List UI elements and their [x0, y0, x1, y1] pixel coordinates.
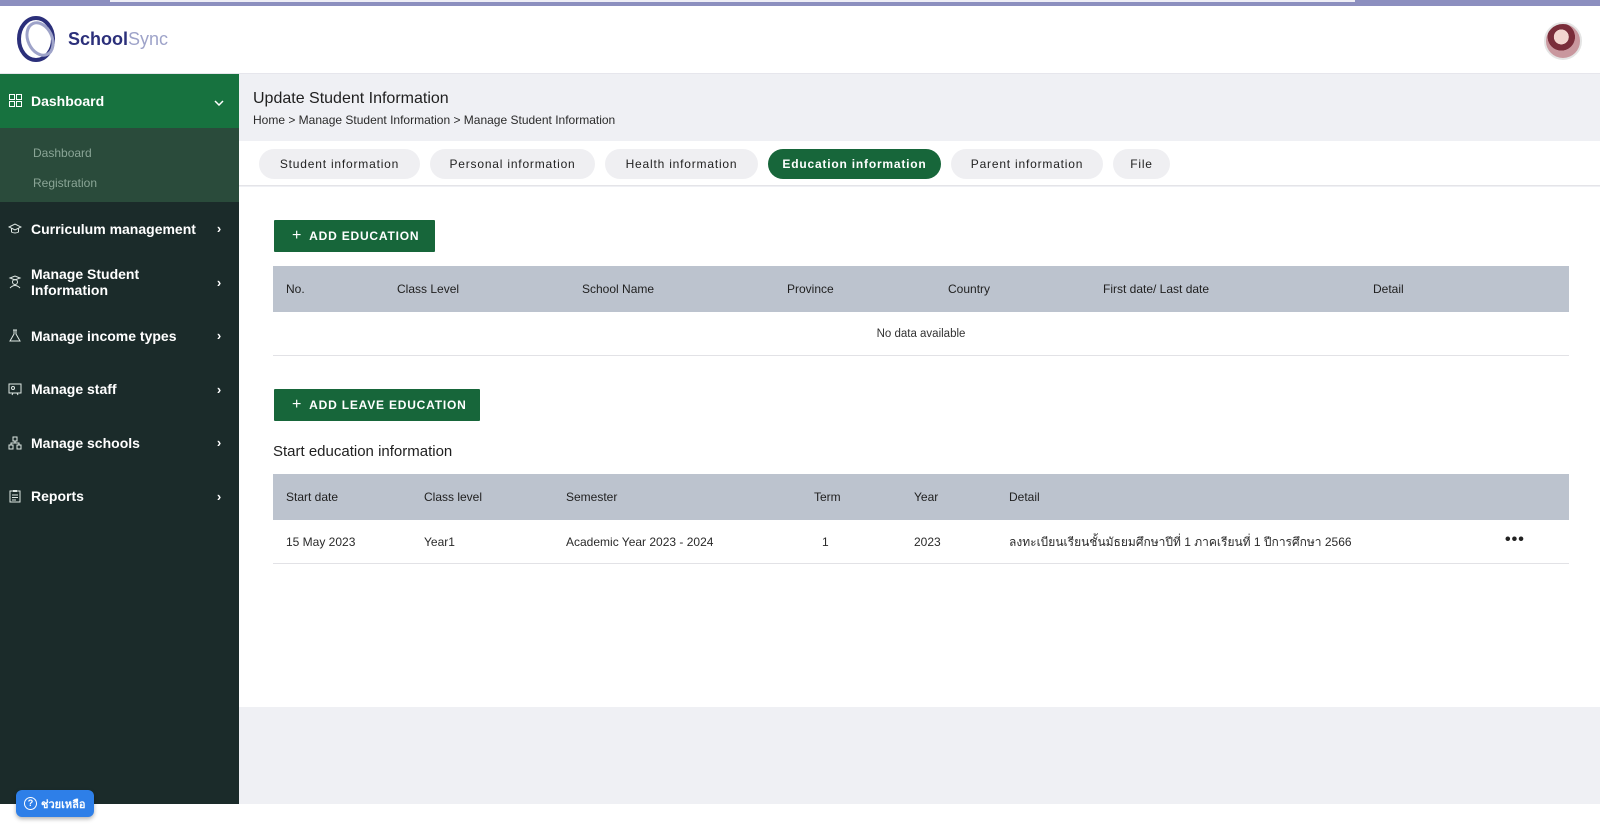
- grid-icon: [8, 94, 22, 108]
- sidebar-item-reports[interactable]: Reports ›: [0, 470, 239, 524]
- sidebar: Dashboard Dashboard Registration Curricu…: [0, 74, 239, 804]
- logo-text: SchoolSync: [68, 28, 169, 49]
- plus-icon: +: [292, 227, 303, 244]
- sidebar-item-manage-income-types[interactable]: Manage income types ›: [0, 309, 239, 363]
- tab-health-information[interactable]: Health information: [605, 149, 758, 179]
- app-header: SchoolSync: [0, 6, 1600, 74]
- board-icon: [8, 382, 22, 396]
- tab-student-information[interactable]: Student information: [259, 149, 420, 179]
- chevron-right-icon: ›: [216, 488, 222, 504]
- empty-state: No data available: [273, 312, 1569, 356]
- sidebar-item-manage-staff[interactable]: Manage staff ›: [0, 363, 239, 417]
- sidebar-item-label: Manage Student Information: [31, 266, 140, 299]
- chevron-down-icon: [207, 94, 231, 109]
- cell-class-level: Year1: [424, 535, 455, 549]
- help-label: ช่วยเหลือ: [41, 798, 86, 811]
- sidebar-item-label: Curriculum management: [31, 220, 196, 237]
- sidebar-submenu: Dashboard Registration: [0, 128, 239, 202]
- tab-file[interactable]: File: [1113, 149, 1170, 179]
- plus-icon: +: [292, 396, 303, 413]
- add-leave-education-button[interactable]: + ADD LEAVE EDUCATION: [274, 389, 480, 421]
- flask-icon: [8, 329, 22, 343]
- table-header: No. Class Level School Name Province Cou…: [273, 266, 1569, 312]
- chevron-right-icon: ›: [216, 435, 222, 451]
- sidebar-item-label: Manage schools: [31, 434, 140, 451]
- education-table: No. Class Level School Name Province Cou…: [273, 266, 1569, 356]
- page-title: Update Student Information: [253, 90, 449, 107]
- user-avatar[interactable]: [1544, 22, 1582, 60]
- school-network-icon: [8, 436, 22, 450]
- app-logo[interactable]: SchoolSync: [16, 15, 168, 63]
- column-header-school-name: School Name: [582, 282, 655, 296]
- column-header-no: No.: [286, 282, 305, 296]
- tabs-bar: Student information Personal information…: [239, 141, 1600, 186]
- cell-year: 2023: [914, 535, 941, 549]
- student-icon: [8, 275, 22, 289]
- add-education-label: ADD EDUCATION: [309, 229, 420, 243]
- column-header-first-last-date: First date/ Last date: [1103, 282, 1210, 296]
- sidebar-item-label: Manage staff: [31, 381, 117, 398]
- start-education-table: Start date Class level Semester Term Yea…: [273, 474, 1569, 564]
- tab-education-information[interactable]: Education information: [768, 149, 941, 179]
- column-header-term: Term: [814, 490, 841, 504]
- cell-start-date: 15 May 2023: [286, 535, 356, 549]
- sidebar-subitem-dashboard[interactable]: Dashboard: [0, 146, 239, 176]
- cell-term: 1: [822, 535, 829, 549]
- column-header-country: Country: [948, 282, 991, 296]
- sidebar-item-label: Dashboard: [31, 93, 105, 109]
- chevron-right-icon: ›: [216, 381, 222, 397]
- column-header-detail: Detail: [1373, 282, 1404, 296]
- add-education-button[interactable]: + ADD EDUCATION: [274, 220, 435, 252]
- sidebar-item-manage-schools[interactable]: Manage schools ›: [0, 416, 239, 470]
- sidebar-item-manage-student-information[interactable]: Manage Student Information ›: [0, 256, 239, 310]
- chevron-right-icon: ›: [216, 221, 222, 237]
- chevron-right-icon: ›: [216, 328, 222, 344]
- sidebar-item-label: Reports: [31, 488, 84, 505]
- table-header: Start date Class level Semester Term Yea…: [273, 474, 1569, 520]
- sidebar-item-curriculum-management[interactable]: Curriculum management ›: [0, 202, 239, 256]
- sidebar-item-dashboard[interactable]: Dashboard: [0, 74, 239, 128]
- tab-personal-information[interactable]: Personal information: [430, 149, 595, 179]
- education-content: + ADD EDUCATION No. Class Level School N…: [239, 187, 1600, 707]
- column-header-start-date: Start date: [286, 490, 339, 504]
- help-button[interactable]: ? ช่วยเหลือ: [16, 790, 94, 817]
- clipboard-icon: [8, 489, 22, 503]
- cell-semester: Academic Year 2023 - 2024: [566, 535, 714, 549]
- column-header-class-level: Class level: [424, 490, 483, 504]
- more-options-icon[interactable]: •••: [1505, 520, 1525, 564]
- column-header-class-level: Class Level: [397, 282, 460, 296]
- column-header-semester: Semester: [566, 490, 618, 504]
- cell-detail: ลงทะเบียนเรียนชั้นมัธยมศึกษาปีที่ 1 ภาคเ…: [1009, 535, 1352, 549]
- tab-parent-information[interactable]: Parent information: [951, 149, 1103, 179]
- section-title: Start education information: [273, 443, 453, 460]
- column-header-detail: Detail: [1009, 490, 1040, 504]
- question-icon: ?: [24, 797, 37, 810]
- logo-mark-icon: [16, 15, 60, 63]
- chevron-right-icon: ›: [216, 274, 222, 290]
- page-header: Update Student Information Home > Manage…: [239, 74, 1600, 140]
- breadcrumb[interactable]: Home > Manage Student Information > Mana…: [253, 113, 1600, 127]
- table-row[interactable]: 15 May 2023 Year1 Academic Year 2023 - 2…: [273, 520, 1569, 564]
- sidebar-item-label: Manage income types: [31, 327, 177, 344]
- graduation-cap-icon: [7, 222, 23, 236]
- column-header-province: Province: [787, 282, 834, 296]
- column-header-year: Year: [914, 490, 939, 504]
- add-leave-education-label: ADD LEAVE EDUCATION: [309, 398, 467, 412]
- main-area: Update Student Information Home > Manage…: [239, 74, 1600, 804]
